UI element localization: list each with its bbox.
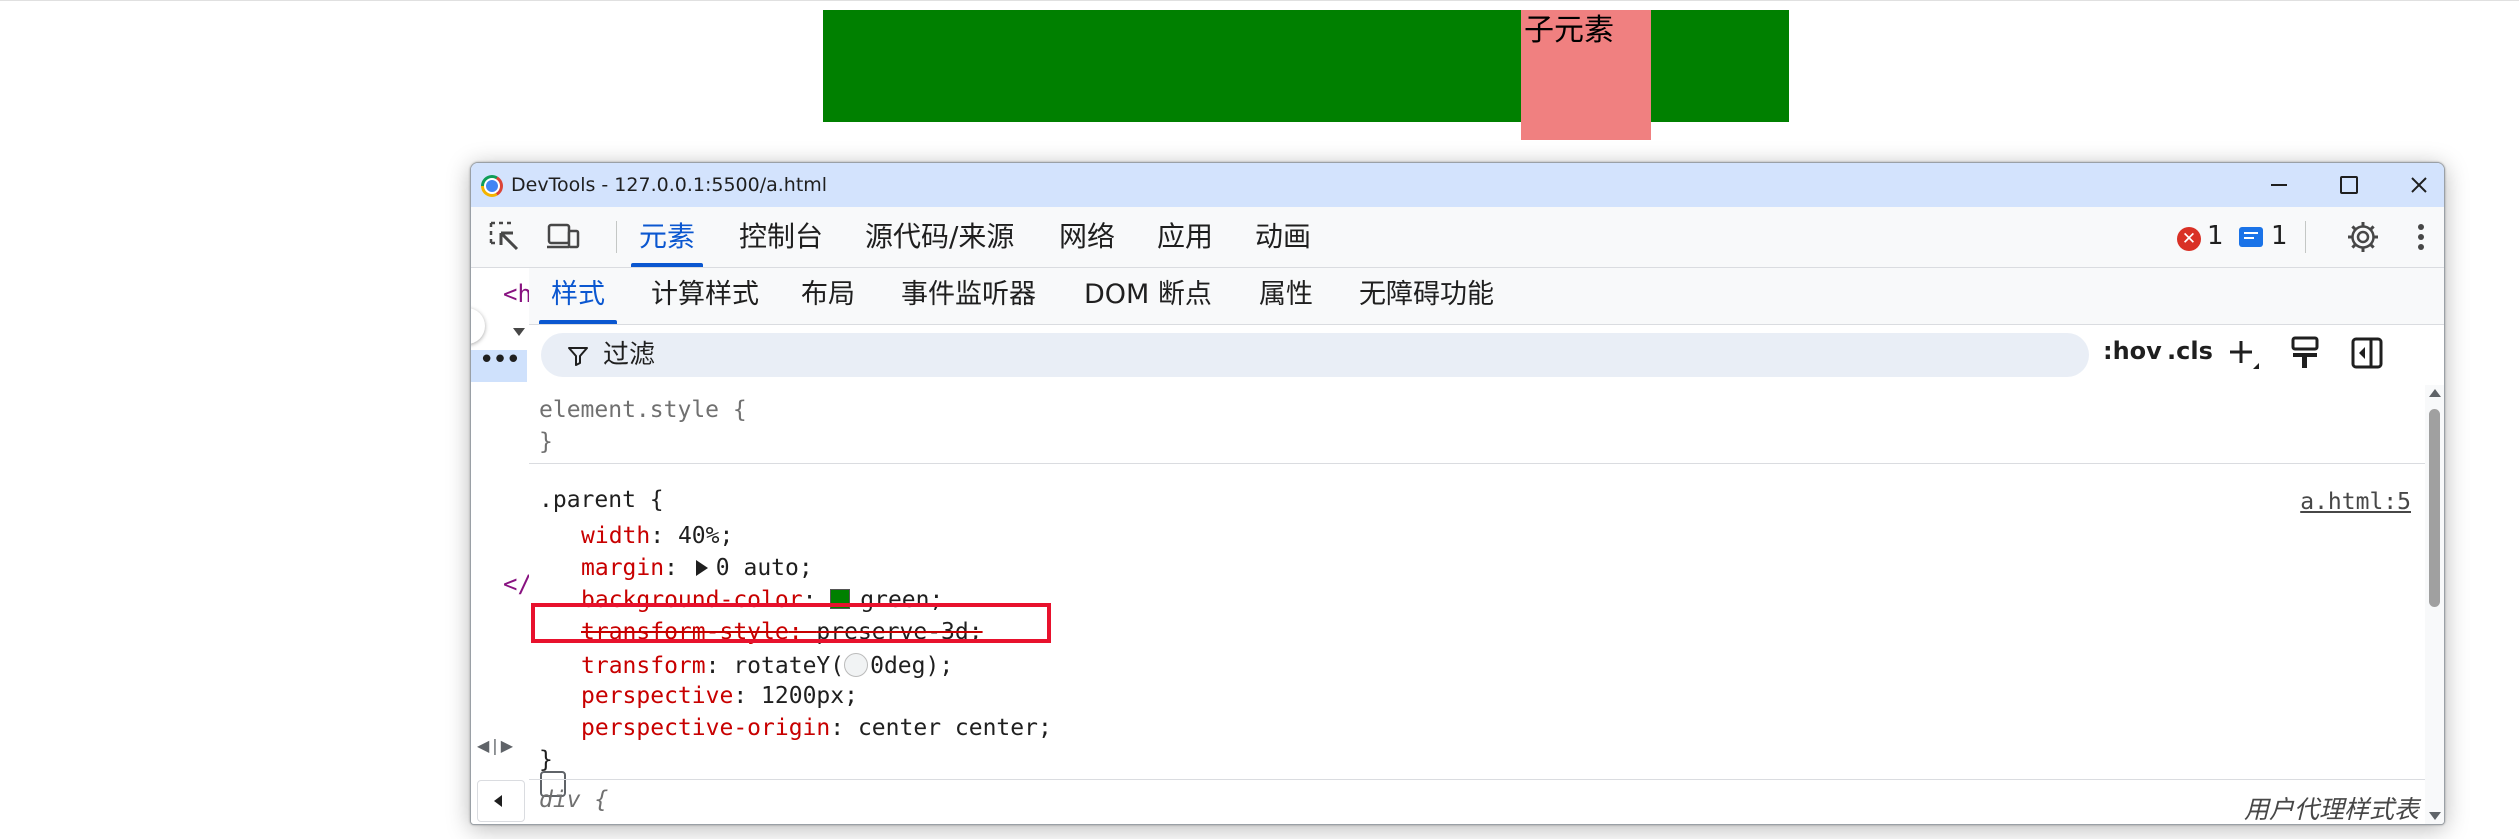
demo-child-box: 子元素 — [1521, 10, 1651, 140]
close-button[interactable] — [2389, 167, 2444, 203]
highlight-annotation-box — [531, 603, 1051, 643]
prop-value: center center; — [857, 715, 1052, 741]
filter-icon — [568, 347, 588, 366]
scroll-down-icon[interactable] — [2429, 812, 2441, 820]
rule-separator — [529, 779, 2425, 780]
angle-clock-icon[interactable] — [844, 653, 869, 677]
user-agent-stylesheet-label: 用户代理样式表 — [2243, 795, 2419, 824]
subtab-layout[interactable]: 布局 — [801, 268, 855, 324]
expand-shorthand-icon[interactable] — [695, 560, 708, 576]
dom-ellipsis-button[interactable]: ••• — [471, 347, 527, 382]
rule-separator — [529, 463, 2425, 464]
prop-value-tail: 0deg); — [870, 653, 954, 679]
parent-rule-selector[interactable]: .parent { — [539, 489, 664, 512]
horizontal-scroll-arrows[interactable]: ◀|▶ — [477, 736, 516, 755]
tab-application[interactable]: 应用 — [1157, 207, 1213, 267]
more-options-icon[interactable] — [2403, 219, 2439, 255]
subtab-styles[interactable]: 样式 — [539, 268, 617, 324]
source-link[interactable]: a.html:5 — [2300, 489, 2411, 515]
message-icon[interactable] — [2239, 227, 2263, 247]
element-style-selector[interactable]: element.style { — [539, 399, 747, 422]
demo-parent-box: 子元素 — [823, 10, 1789, 140]
hov-toggle[interactable]: :hov — [2103, 337, 2162, 365]
styles-scrollbar[interactable] — [2425, 385, 2444, 824]
message-count[interactable]: 1 — [2271, 221, 2288, 251]
scroll-thumb[interactable] — [2429, 409, 2440, 607]
prop-name: perspective-origin — [581, 715, 831, 741]
tab-sources[interactable]: 源代码/来源 — [865, 207, 1014, 267]
prop-value: 40%; — [677, 523, 734, 549]
prop-value: 0 auto; — [715, 555, 813, 581]
paint-roller-icon[interactable] — [2287, 335, 2323, 371]
prop-value: rotateY( — [733, 653, 845, 679]
prop-name: width — [581, 523, 651, 549]
sidebar-subtabs: 样式 计算样式 布局 事件监听器 DOM 断点 属性 无障碍功能 — [529, 268, 2444, 325]
decl-width[interactable]: width: 40%; — [581, 525, 733, 548]
error-icon[interactable]: ✕ — [2177, 227, 2201, 251]
toolbar-divider-right — [2305, 221, 2306, 253]
devtools-window: DevTools - 127.0.0.1:5500/a.html 元素 控制台 … — [470, 162, 2445, 825]
settings-gear-icon[interactable] — [2345, 219, 2381, 255]
new-style-rule-icon[interactable] — [2225, 335, 2261, 371]
decl-margin[interactable]: margin: 0 auto; — [581, 557, 813, 580]
dom-tag-open[interactable]: <h — [503, 280, 529, 308]
demo-child-label: 子元素 — [1524, 13, 1614, 48]
collapse-panel-button[interactable] — [477, 780, 525, 822]
subtab-properties[interactable]: 属性 — [1259, 268, 1313, 324]
subtab-dom-breakpoints[interactable]: DOM 断点 — [1084, 268, 1212, 324]
scroll-up-icon[interactable] — [2429, 389, 2441, 397]
decl-perspective[interactable]: perspective: 1200px; — [581, 685, 858, 708]
title-bar[interactable]: DevTools - 127.0.0.1:5500/a.html — [471, 163, 2444, 207]
div-rule-selector[interactable]: div { — [539, 789, 608, 812]
subtab-accessibility[interactable]: 无障碍功能 — [1359, 268, 1494, 324]
parent-rule-close: } — [539, 747, 553, 773]
tab-elements[interactable]: 元素 — [630, 207, 704, 267]
tab-console[interactable]: 控制台 — [739, 207, 823, 267]
prop-name: transform — [581, 653, 706, 679]
dom-tree-panel: <h ••• </ ◀|▶ — [471, 268, 530, 824]
element-style-close: } — [539, 429, 553, 455]
page-top-border — [0, 0, 2519, 1]
cls-toggle[interactable]: .cls — [2167, 337, 2213, 365]
prop-value: 1200px; — [761, 683, 858, 709]
prop-name: perspective — [581, 683, 734, 709]
main-toolbar: 元素 控制台 源代码/来源 网络 应用 动画 — [471, 207, 2444, 268]
toolbar-divider — [616, 221, 617, 253]
maximize-button[interactable] — [2319, 167, 2379, 203]
inspect-element-icon[interactable] — [487, 219, 523, 255]
device-toolbar-icon[interactable] — [545, 219, 581, 255]
filter-box[interactable] — [541, 333, 2089, 377]
expand-caret-icon[interactable] — [513, 328, 525, 336]
decl-transform[interactable]: transform: rotateY(0deg); — [581, 653, 953, 678]
prop-name: margin — [581, 555, 665, 581]
subtab-event-listeners[interactable]: 事件监听器 — [901, 268, 1036, 324]
subtab-computed[interactable]: 计算样式 — [651, 268, 759, 324]
window-title: DevTools - 127.0.0.1:5500/a.html — [511, 174, 828, 196]
chrome-logo-icon — [481, 175, 503, 197]
tab-animations[interactable]: 动画 — [1255, 207, 1311, 267]
decl-perspective-origin[interactable]: perspective-origin: center center; — [581, 717, 1052, 740]
close-icon — [2411, 177, 2427, 193]
filter-input[interactable] — [603, 337, 2063, 373]
toggle-sidebar-icon[interactable] — [2349, 335, 2385, 371]
error-count[interactable]: 1 — [2207, 221, 2224, 251]
filter-bar: :hov .cls — [529, 325, 2444, 386]
dom-tag-close[interactable]: </ — [503, 570, 529, 598]
tab-network[interactable]: 网络 — [1059, 207, 1115, 267]
panel-toggle-circle[interactable] — [471, 308, 485, 344]
minimize-button[interactable] — [2249, 167, 2309, 203]
